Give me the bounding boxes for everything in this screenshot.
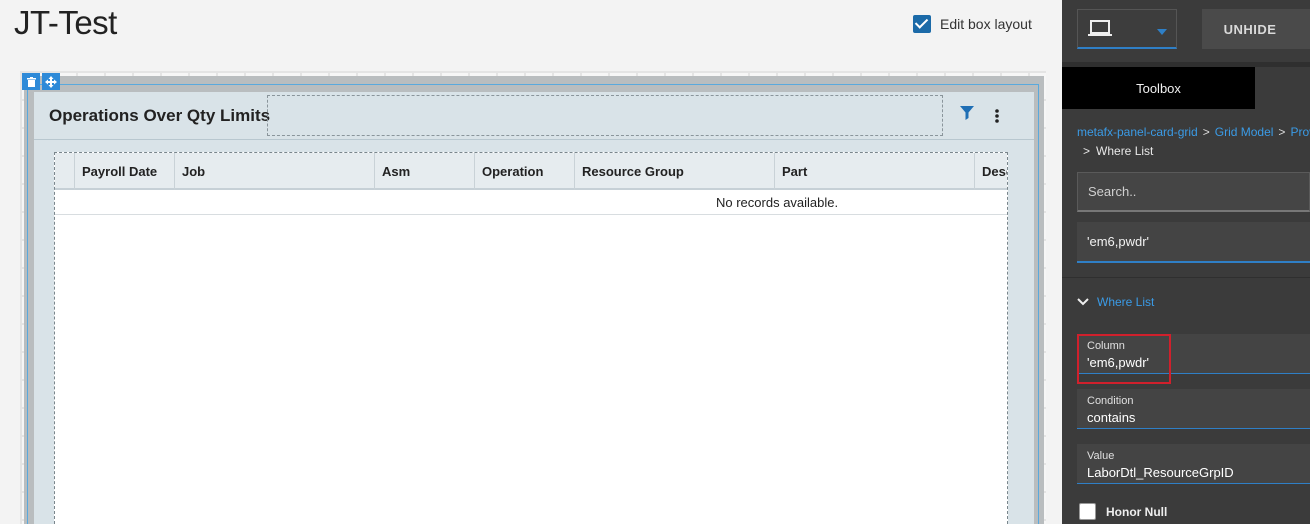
- grid-card: Operations Over Qty Limits Payroll Date …: [34, 92, 1034, 524]
- grid-header-row: Payroll Date Job Asm Operation Resource …: [55, 153, 1007, 190]
- honor-null-label: Honor Null: [1106, 504, 1168, 519]
- breadcrumb-current: Where List: [1096, 144, 1154, 158]
- column-header-payroll-date[interactable]: Payroll Date: [75, 153, 175, 190]
- honor-null-toggle[interactable]: Honor Null: [1079, 503, 1167, 520]
- breadcrumb: metafx-panel-card-grid > Grid Model > Provi: [1077, 125, 1310, 139]
- device-preview-select[interactable]: [1077, 9, 1177, 49]
- where-list-section-toggle[interactable]: Where List: [1077, 295, 1154, 309]
- column-field[interactable]: Column 'em6,pwdr': [1077, 334, 1310, 374]
- breadcrumb-item[interactable]: Provi: [1290, 125, 1310, 139]
- trash-icon[interactable]: [22, 73, 40, 90]
- breadcrumb-separator: >: [1202, 125, 1210, 139]
- tab-toolbox[interactable]: Toolbox: [1062, 67, 1255, 109]
- search-input[interactable]: [1077, 172, 1310, 212]
- card-title: Operations Over Qty Limits: [49, 106, 271, 125]
- column-header-resource-group[interactable]: Resource Group: [575, 153, 775, 190]
- empty-row: No records available.: [55, 190, 1007, 215]
- no-records-text: No records available.: [716, 195, 839, 210]
- chevron-down-icon: [1077, 298, 1089, 306]
- breadcrumb-item[interactable]: Grid Model: [1215, 125, 1274, 139]
- unhide-button[interactable]: UNHIDE: [1202, 9, 1310, 49]
- column-header-desc[interactable]: Desc: [975, 153, 1007, 190]
- breadcrumb-item[interactable]: metafx-panel-card-grid: [1077, 125, 1198, 139]
- condition-field-value[interactable]: contains: [1087, 410, 1135, 425]
- header-drop-zone[interactable]: [267, 95, 943, 136]
- edit-box-layout-toggle[interactable]: Edit box layout: [913, 15, 1032, 33]
- filter-icon[interactable]: [960, 106, 978, 124]
- move-icon[interactable]: [42, 73, 60, 90]
- tabstrip-filler: [1255, 67, 1310, 109]
- laptop-icon: [1088, 20, 1112, 36]
- condition-field[interactable]: Condition contains: [1077, 389, 1310, 429]
- column-header-operation[interactable]: Operation: [475, 153, 575, 190]
- breadcrumb-separator: >: [1083, 144, 1091, 158]
- selected-value-display[interactable]: 'em6,pwdr': [1077, 222, 1310, 263]
- column-header-part[interactable]: Part: [775, 153, 975, 190]
- honor-null-checkbox[interactable]: [1079, 503, 1096, 520]
- value-field-label: Value: [1087, 450, 1115, 462]
- designer-canvas: JT-Test Edit box layout Operations Over …: [0, 0, 1062, 524]
- value-field[interactable]: Value LaborDtl_ResourceGrpID: [1077, 444, 1310, 484]
- section-title: Where List: [1097, 295, 1155, 309]
- grid-select-column[interactable]: [55, 153, 75, 190]
- card-header: Operations Over Qty Limits: [34, 92, 1034, 140]
- column-field-label: Column: [1087, 340, 1125, 352]
- breadcrumb-current-line: > Where List: [1083, 144, 1153, 158]
- page-title: JT-Test: [14, 4, 117, 41]
- value-field-value[interactable]: LaborDtl_ResourceGrpID: [1087, 465, 1234, 480]
- column-header-job[interactable]: Job: [175, 153, 375, 190]
- column-field-value[interactable]: 'em6,pwdr': [1087, 355, 1149, 370]
- chevron-down-icon: [1157, 29, 1167, 35]
- card-tool-icons: [22, 73, 60, 90]
- column-header-asm[interactable]: Asm: [375, 153, 475, 190]
- properties-panel: UNHIDE Toolbox metafx-panel-card-grid > Gr…: [1062, 0, 1310, 524]
- breadcrumb-separator: >: [1278, 125, 1286, 139]
- data-grid: Payroll Date Job Asm Operation Resource …: [54, 152, 1008, 524]
- more-options-icon[interactable]: [988, 106, 1006, 126]
- edit-box-layout-checkbox[interactable]: [913, 15, 931, 33]
- edit-box-layout-label: Edit box layout: [940, 16, 1032, 32]
- condition-field-label: Condition: [1087, 395, 1134, 407]
- section-divider: [1062, 277, 1310, 278]
